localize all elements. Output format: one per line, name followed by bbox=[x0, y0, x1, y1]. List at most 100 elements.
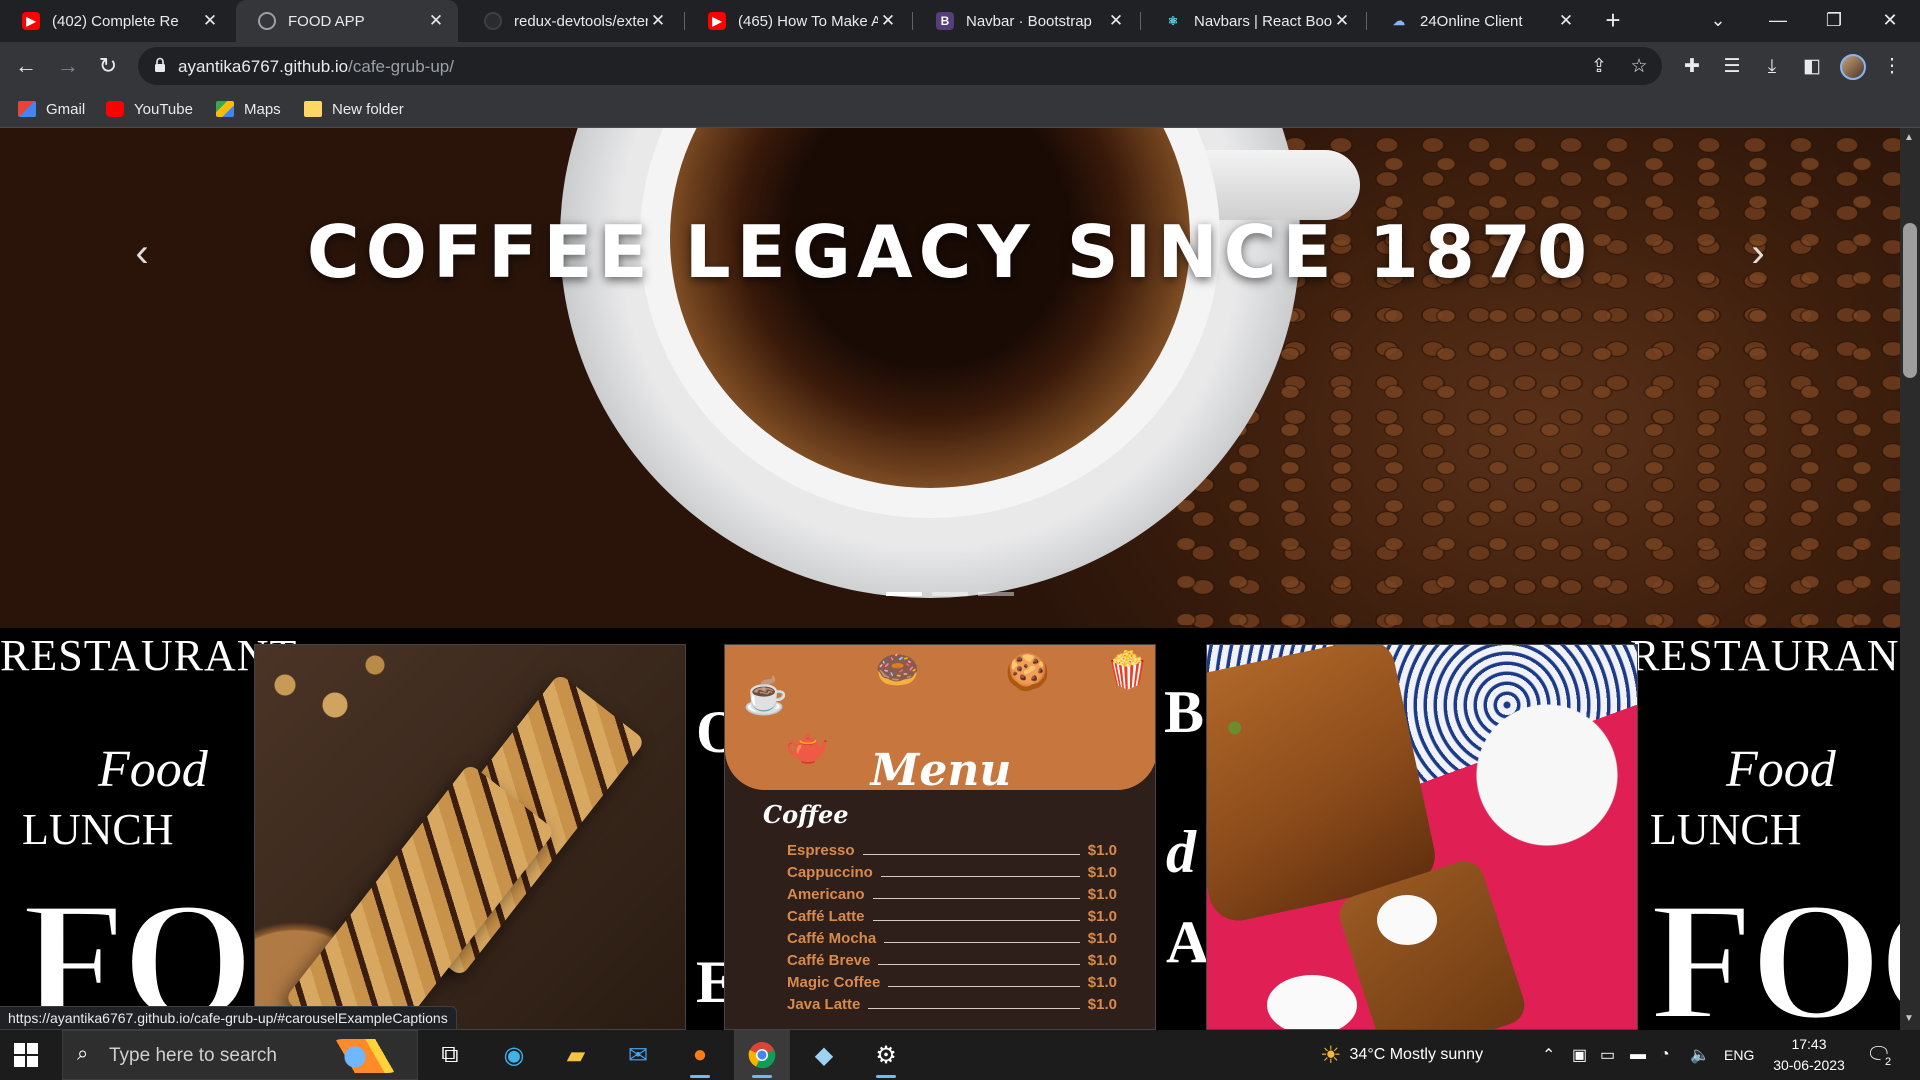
cookie-icon: 🍪 bbox=[1005, 651, 1050, 692]
minimize-button[interactable]: — bbox=[1750, 0, 1806, 42]
clock-time: 17:43 bbox=[1791, 1036, 1827, 1052]
background-lunch-text: LUNCH bbox=[1650, 805, 1802, 854]
tab-24online[interactable]: ☁ 24Online Client ✕ bbox=[1368, 0, 1588, 42]
carousel-prev-icon[interactable]: ‹ bbox=[122, 228, 162, 278]
carousel-indicator[interactable] bbox=[932, 592, 968, 596]
menu-item: Java Latte $1.0 bbox=[787, 995, 1117, 1013]
show-hidden-icons-chevron-icon[interactable]: ⌃ bbox=[1542, 1030, 1555, 1080]
share-icon[interactable]: ⇪ bbox=[1588, 56, 1610, 78]
tab-title: redux-devtools/exten bbox=[514, 12, 648, 30]
windows-taskbar: ⌕ Type here to search ⧉ ◉ ▰ ✉ ● ◆ ⚙ ☀ 34… bbox=[0, 1030, 1920, 1080]
carousel-indicator[interactable] bbox=[978, 592, 1014, 596]
popcorn-icon: 🍿 bbox=[1105, 649, 1150, 690]
taskbar-search-box[interactable]: ⌕ Type here to search bbox=[62, 1030, 418, 1080]
browser-toolbar: ← → ↻ ayantika6767.github.io/cafe-grub-u… bbox=[0, 42, 1920, 90]
bookmark-maps[interactable]: Maps bbox=[216, 98, 281, 120]
system-clock[interactable]: 17:43 30-06-2023 bbox=[1764, 1034, 1854, 1076]
weather-text: 34°C Mostly sunny bbox=[1349, 1046, 1484, 1063]
tab-react-bootstrap[interactable]: ⚛ Navbars | React Boots ✕ bbox=[1142, 0, 1364, 42]
react-bootstrap-icon: ⚛ bbox=[1167, 14, 1179, 28]
menu-item: Espresso $1.0 bbox=[787, 841, 1117, 859]
bookmark-new-folder[interactable]: New folder bbox=[304, 98, 404, 120]
scrollbar-thumb[interactable] bbox=[1903, 223, 1917, 378]
tab-title: (465) How To Make A bbox=[738, 12, 878, 30]
bookmark-label: New folder bbox=[332, 100, 404, 118]
task-view-icon[interactable]: ⧉ bbox=[422, 1030, 478, 1080]
bookmark-label: YouTube bbox=[134, 100, 193, 118]
tab-title: (402) Complete Re bbox=[52, 12, 179, 30]
tab-youtube-how-to[interactable]: ▶ (465) How To Make A ✕ bbox=[686, 0, 910, 42]
address-bar[interactable]: ayantika6767.github.io/cafe-grub-up/ ⇪ ☆ bbox=[138, 47, 1662, 85]
language-indicator[interactable]: ENG bbox=[1724, 1030, 1754, 1080]
page-scrollbar[interactable]: ▲ ▼ bbox=[1900, 128, 1920, 1030]
new-tab-button[interactable]: + bbox=[1598, 6, 1628, 36]
speaker-icon[interactable]: 🔈 bbox=[1690, 1030, 1710, 1080]
coffee-menu-card[interactable]: ☕ 🍩 🍪 🍿 🫖 Menu Coffee Espresso $1.0 Cappu… bbox=[724, 644, 1156, 1030]
tab-title: 24Online Client bbox=[1420, 12, 1523, 30]
close-window-button[interactable]: ✕ bbox=[1862, 0, 1918, 42]
bookmarks-bar: Gmail YouTube Maps New folder bbox=[0, 90, 1920, 128]
battery-icon[interactable]: ▬ bbox=[1630, 1030, 1646, 1080]
profile-avatar[interactable] bbox=[1840, 54, 1866, 80]
link-status-bubble: https://ayantika6767.github.io/cafe-grub… bbox=[0, 1006, 457, 1030]
bookmark-star-icon[interactable]: ☆ bbox=[1628, 56, 1650, 78]
tab-youtube-complete[interactable]: ▶ (402) Complete Re ✕ bbox=[0, 0, 232, 42]
url-text: ayantika6767.github.io/cafe-grub-up/ bbox=[178, 57, 454, 76]
windows-start-icon[interactable] bbox=[14, 1043, 38, 1067]
reload-button[interactable]: ↻ bbox=[92, 50, 124, 82]
tab-bootstrap-navbar[interactable]: B Navbar · Bootstrap ✕ bbox=[914, 0, 1138, 42]
tab-title: FOOD APP bbox=[288, 12, 365, 30]
edge-browser-icon[interactable]: ◉ bbox=[486, 1030, 542, 1080]
bookmark-gmail[interactable]: Gmail bbox=[18, 98, 85, 120]
cloud-icon: ☁ bbox=[1393, 14, 1405, 28]
background-big-text: FOO bbox=[1648, 865, 1900, 1030]
granola-bar-card[interactable] bbox=[254, 644, 686, 1030]
scroll-down-arrow-icon[interactable]: ▼ bbox=[1904, 1013, 1914, 1024]
menu-item: Cappuccino $1.0 bbox=[787, 863, 1117, 881]
menu-item: Caffé Mocha $1.0 bbox=[787, 929, 1117, 947]
extensions-puzzle-icon[interactable]: ✚ bbox=[1680, 55, 1704, 79]
gmail-icon bbox=[18, 101, 36, 117]
menu-kebab-icon[interactable]: ⋮ bbox=[1880, 55, 1904, 79]
close-icon[interactable]: ✕ bbox=[878, 11, 898, 31]
forward-button[interactable]: → bbox=[52, 50, 84, 82]
tab-title: Navbar · Bootstrap bbox=[966, 12, 1092, 30]
settings-gear-icon[interactable]: ⚙ bbox=[858, 1030, 914, 1080]
file-explorer-icon[interactable]: ▰ bbox=[548, 1030, 604, 1080]
close-icon[interactable]: ✕ bbox=[1556, 11, 1576, 31]
maps-icon bbox=[216, 101, 234, 117]
media-queue-icon[interactable]: ☰ bbox=[1720, 55, 1744, 79]
back-button[interactable]: ← bbox=[10, 50, 42, 82]
carousel-indicator[interactable] bbox=[886, 592, 922, 596]
bookmark-youtube[interactable]: YouTube bbox=[106, 98, 193, 120]
close-icon[interactable]: ✕ bbox=[1332, 11, 1352, 31]
close-icon[interactable]: ✕ bbox=[426, 11, 446, 31]
notepad-icon[interactable]: ◆ bbox=[796, 1030, 852, 1080]
close-icon[interactable]: ✕ bbox=[648, 11, 668, 31]
side-panel-icon[interactable]: ◧ bbox=[1800, 55, 1824, 79]
close-icon[interactable]: ✕ bbox=[200, 11, 220, 31]
scroll-up-arrow-icon[interactable]: ▲ bbox=[1904, 132, 1914, 143]
meet-now-icon[interactable]: ▣ bbox=[1572, 1030, 1587, 1080]
sun-cloud-icon: ☀ bbox=[1320, 1041, 1342, 1069]
mail-icon[interactable]: ✉ bbox=[610, 1030, 666, 1080]
restore-button[interactable]: ❐ bbox=[1806, 0, 1862, 42]
chrome-icon[interactable] bbox=[734, 1030, 790, 1080]
pumpkin-bread-card[interactable] bbox=[1206, 644, 1638, 1030]
tab-redux-devtools[interactable]: redux-devtools/exten ✕ bbox=[462, 0, 680, 42]
tab-food-app[interactable]: FOOD APP ✕ bbox=[236, 0, 458, 42]
menu-section-title: Coffee bbox=[763, 800, 849, 829]
tab-strip: ▶ (402) Complete Re ✕ FOOD APP ✕ redux-d… bbox=[0, 0, 1920, 42]
firefox-icon[interactable]: ● bbox=[672, 1030, 728, 1080]
clock-date: 30-06-2023 bbox=[1773, 1057, 1845, 1073]
lock-icon bbox=[155, 57, 165, 72]
tab-search-chevron-icon[interactable]: ⌄ bbox=[1690, 0, 1746, 42]
download-icon[interactable]: ⤓ bbox=[1760, 55, 1784, 79]
menu-item: Magic Coffee $1.0 bbox=[787, 973, 1117, 991]
notification-count-badge: 2 bbox=[1880, 1054, 1896, 1070]
display-icon[interactable]: ▭ bbox=[1600, 1030, 1615, 1080]
carousel-next-icon[interactable]: › bbox=[1738, 228, 1778, 278]
weather-widget[interactable]: ☀ 34°C Mostly sunny bbox=[1320, 1030, 1483, 1080]
close-icon[interactable]: ✕ bbox=[1106, 11, 1126, 31]
wifi-icon[interactable]: ◔ bbox=[1660, 1030, 1670, 1080]
